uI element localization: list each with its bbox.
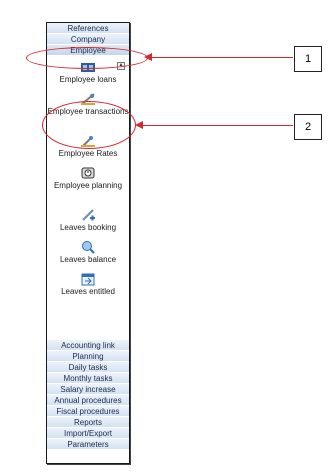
highlight-oval-employee bbox=[26, 47, 148, 69]
callout-2: 2 bbox=[294, 114, 322, 140]
item-label: Leaves balance bbox=[59, 255, 117, 264]
nav-tab-monthly-tasks[interactable]: Monthly tasks bbox=[47, 373, 129, 384]
item-label: Employee planning bbox=[53, 181, 123, 190]
item-label: Leaves entitled bbox=[61, 287, 115, 296]
nav-tab-company[interactable]: Company bbox=[47, 34, 129, 45]
arrow-head-1 bbox=[144, 53, 152, 61]
arrow-line-2 bbox=[142, 125, 293, 126]
planning-icon bbox=[81, 167, 95, 179]
item-leaves-entitled[interactable]: Leaves entitled bbox=[47, 272, 129, 304]
callout-1: 1 bbox=[294, 46, 322, 72]
item-leaves-balance[interactable]: Leaves balance bbox=[47, 240, 129, 272]
item-label: Leaves booking bbox=[59, 223, 117, 232]
leaves-booking-icon bbox=[82, 209, 95, 221]
item-label: Employee loans bbox=[59, 75, 117, 84]
item-label: Employee Rates bbox=[58, 149, 118, 158]
nav-tab-daily-tasks[interactable]: Daily tasks bbox=[47, 362, 129, 373]
arrow-line-1 bbox=[151, 57, 293, 58]
nav-tab-accounting-link[interactable]: Accounting link bbox=[47, 340, 129, 351]
item-leaves-booking[interactable]: Leaves booking bbox=[47, 208, 129, 240]
employee-items: ▴ Employee loans Employee transactions E… bbox=[47, 60, 129, 319]
nav-tab-references[interactable]: References bbox=[47, 23, 129, 34]
nav-tab-annual-procedures[interactable]: Annual procedures bbox=[47, 395, 129, 406]
item-employee-planning[interactable]: Employee planning bbox=[47, 166, 129, 208]
nav-tab-reports[interactable]: Reports bbox=[47, 417, 129, 428]
leaves-entitled-icon bbox=[81, 273, 95, 286]
nav-tab-import-export[interactable]: Import/Export bbox=[47, 428, 129, 439]
leaves-balance-icon bbox=[82, 241, 95, 254]
highlight-oval-transactions bbox=[42, 101, 136, 149]
nav-tab-salary-increase[interactable]: Salary increase bbox=[47, 384, 129, 395]
arrow-head-2 bbox=[135, 121, 143, 129]
navigation-panel: References Company Employee ▴ Employee l… bbox=[46, 22, 130, 464]
nav-tab-fiscal-procedures[interactable]: Fiscal procedures bbox=[47, 406, 129, 417]
nav-tab-planning[interactable]: Planning bbox=[47, 351, 129, 362]
nav-tab-parameters[interactable]: Parameters bbox=[47, 439, 129, 450]
bottom-tabs: Accounting link Planning Daily tasks Mon… bbox=[47, 340, 129, 450]
